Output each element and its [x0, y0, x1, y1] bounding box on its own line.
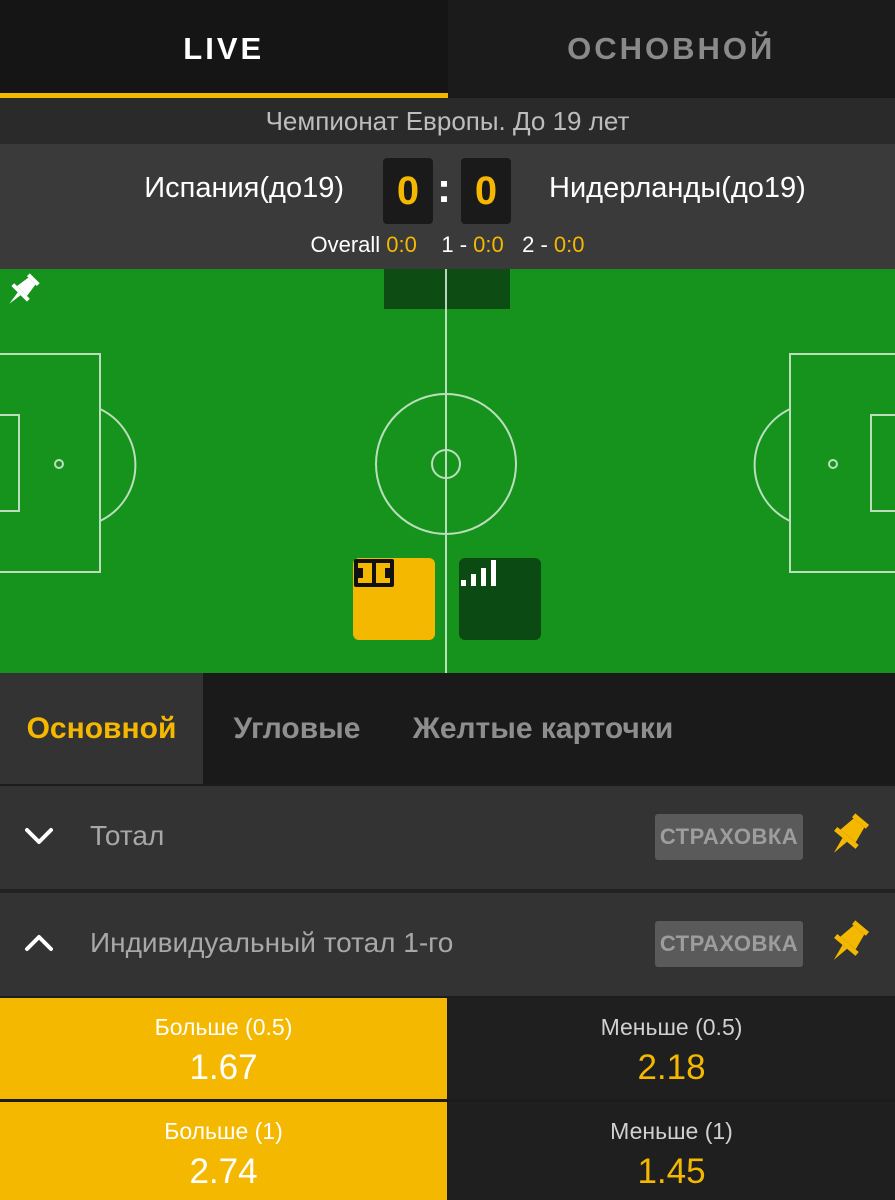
odd-value: 2.74 — [189, 1152, 258, 1191]
pitch-lines — [0, 269, 895, 673]
odd-under-0-5[interactable]: Меньше (0.5) 2.18 — [448, 998, 895, 1099]
odd-over-1[interactable]: Больше (1) 2.74 — [0, 1102, 447, 1200]
tab-market-corners[interactable]: Угловые — [203, 673, 391, 784]
market-total[interactable]: Тотал СТРАХОВКА — [0, 786, 895, 889]
odd-under-1[interactable]: Меньше (1) 1.45 — [448, 1102, 895, 1200]
league-title: Чемпионат Европы. До 19 лет — [0, 98, 895, 144]
home-team-name: Испания(до19) — [144, 172, 344, 204]
stats-bars-icon — [461, 560, 496, 586]
overall-score: 0:0 — [386, 232, 417, 257]
tab-main[interactable]: ОСНОВНОЙ — [447, 0, 895, 98]
pin-icon[interactable] — [0, 269, 44, 313]
pin-icon[interactable] — [822, 917, 874, 969]
top-tabs: LIVE ОСНОВНОЙ — [0, 0, 895, 98]
score-separator: : — [437, 164, 451, 211]
odd-value: 2.18 — [637, 1048, 706, 1087]
odd-label: Больше (1) — [164, 1118, 283, 1144]
tab-market-main[interactable]: Основной — [0, 673, 203, 784]
field-view-button[interactable] — [353, 558, 435, 640]
period2-score: 0:0 — [553, 232, 585, 257]
tab-market-yellow-cards[interactable]: Желтые карточки — [391, 673, 695, 784]
insurance-button[interactable]: СТРАХОВКА — [655, 814, 803, 860]
chevron-up-icon — [25, 935, 53, 951]
period1-score: 0:0 — [473, 232, 504, 257]
insurance-button[interactable]: СТРАХОВКА — [655, 921, 803, 967]
odd-over-0-5[interactable]: Больше (0.5) 1.67 — [0, 998, 447, 1099]
pin-icon[interactable] — [822, 810, 874, 862]
overall-label: Overall — [310, 232, 381, 257]
odd-value: 1.67 — [189, 1048, 258, 1087]
away-score: 0 — [461, 158, 511, 224]
market-title: Индивидуальный тотал 1-го — [90, 927, 454, 958]
away-team-name: Нидерланды(до19) — [549, 172, 806, 204]
chevron-down-icon — [25, 828, 53, 844]
scoreboard: Испания(до19) 0 : 0 Нидерланды(до19) Ove… — [0, 144, 895, 269]
odd-label: Больше (0.5) — [154, 1014, 293, 1040]
odd-label: Меньше (0.5) — [600, 1014, 743, 1040]
period2-label: 2 - — [522, 232, 548, 257]
field-view-icon — [354, 559, 394, 587]
period-scores: Overall 0:0 1 - 0:0 2 - 0:0 — [0, 232, 895, 258]
stats-view-button[interactable] — [459, 558, 541, 640]
odd-value: 1.45 — [637, 1152, 706, 1191]
football-pitch — [0, 269, 895, 673]
market-individual-total[interactable]: Индивидуальный тотал 1-го СТРАХОВКА — [0, 893, 895, 996]
market-tabs: Основной Угловые Желтые карточки — [0, 673, 895, 784]
tab-live[interactable]: LIVE — [0, 0, 448, 98]
market-title: Тотал — [90, 820, 165, 851]
home-score: 0 — [383, 158, 433, 224]
period1-label: 1 - — [441, 232, 468, 257]
odd-label: Меньше (1) — [610, 1118, 733, 1144]
